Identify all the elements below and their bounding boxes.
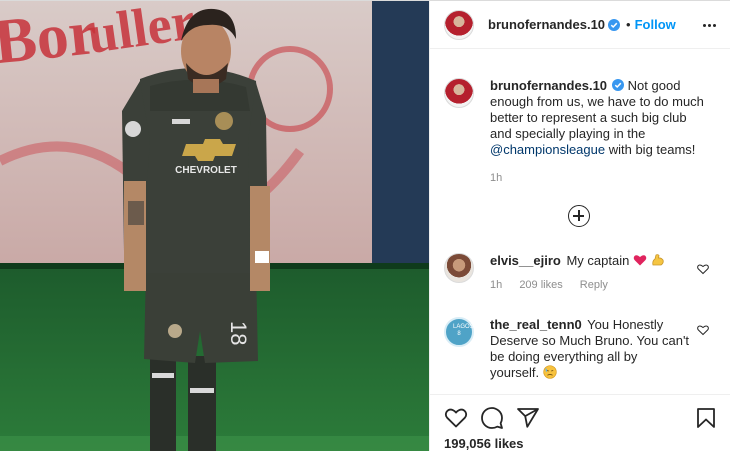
more-options-icon[interactable] (697, 15, 721, 35)
commenter-avatar[interactable] (444, 253, 474, 283)
downcast-face-emoji (543, 365, 557, 379)
separator-dot: • (626, 17, 631, 32)
post-header: brunofernandes.10 • Follow (430, 1, 730, 49)
comment-username[interactable]: the_real_tenn0 (490, 317, 582, 332)
likes-count[interactable]: 199,056 likes (444, 436, 524, 451)
like-icon[interactable] (444, 406, 468, 430)
comments-section: brunofernandes.10 Not good enough from u… (430, 50, 730, 394)
comment-body: elvis__ejiro My captain 1h 209 likes Rep… (490, 253, 690, 293)
load-more-comments-icon[interactable] (568, 205, 590, 227)
author-username[interactable]: brunofernandes.10 (488, 17, 605, 32)
comment-time[interactable]: 1h (490, 279, 502, 291)
comment-icon[interactable] (480, 406, 504, 430)
caption-body: brunofernandes.10 Not good enough from u… (490, 78, 710, 186)
comment-text: My captain (566, 253, 630, 268)
caption-time[interactable]: 1h (490, 172, 502, 184)
shorts-number: 18 (226, 321, 251, 345)
verified-badge-icon (608, 18, 621, 31)
comment-row: elvis__ejiro My captain 1h 209 likes Rep… (444, 253, 714, 293)
comment-row: LAGOS 8 the_real_tenn0 You Honestly Dese… (444, 317, 714, 381)
post-photo[interactable]: Bor uller 18 CHEVROLET (0, 1, 429, 451)
follow-button[interactable]: Follow (635, 17, 676, 32)
save-icon[interactable] (694, 406, 718, 430)
caption-row: brunofernandes.10 Not good enough from u… (444, 78, 714, 186)
sponsor-text: CHEVROLET (175, 165, 237, 176)
instagram-post: Bor uller 18 CHEVROLET brunofernandes.10… (0, 0, 730, 451)
like-comment-icon[interactable] (697, 324, 709, 336)
caption-mention[interactable]: @championsleague (490, 142, 605, 157)
author-avatar[interactable] (444, 9, 474, 40)
red-heart-emoji (633, 255, 647, 266)
verified-badge-icon (612, 79, 625, 91)
comment-likes[interactable]: 209 likes (519, 279, 562, 291)
flexed-biceps-emoji (651, 254, 664, 266)
comment-body: the_real_tenn0 You Honestly Deserve so M… (490, 317, 690, 381)
caption-avatar[interactable] (444, 78, 474, 108)
caption-text-after: with big teams! (605, 142, 696, 157)
comment-username[interactable]: elvis__ejiro (490, 253, 561, 268)
post-actions: 199,056 likes (430, 394, 730, 451)
avatar-jersey-text: LAGOS 8 (453, 324, 474, 337)
player-photo-illustration: Bor uller 18 CHEVROLET (0, 1, 429, 451)
post-side-panel: brunofernandes.10 • Follow brunofernande… (429, 1, 730, 451)
like-comment-icon[interactable] (697, 263, 709, 275)
share-icon[interactable] (516, 406, 540, 430)
caption-username[interactable]: brunofernandes.10 (490, 78, 607, 93)
commenter-avatar[interactable]: LAGOS 8 (444, 317, 474, 347)
reply-button[interactable]: Reply (580, 279, 608, 291)
